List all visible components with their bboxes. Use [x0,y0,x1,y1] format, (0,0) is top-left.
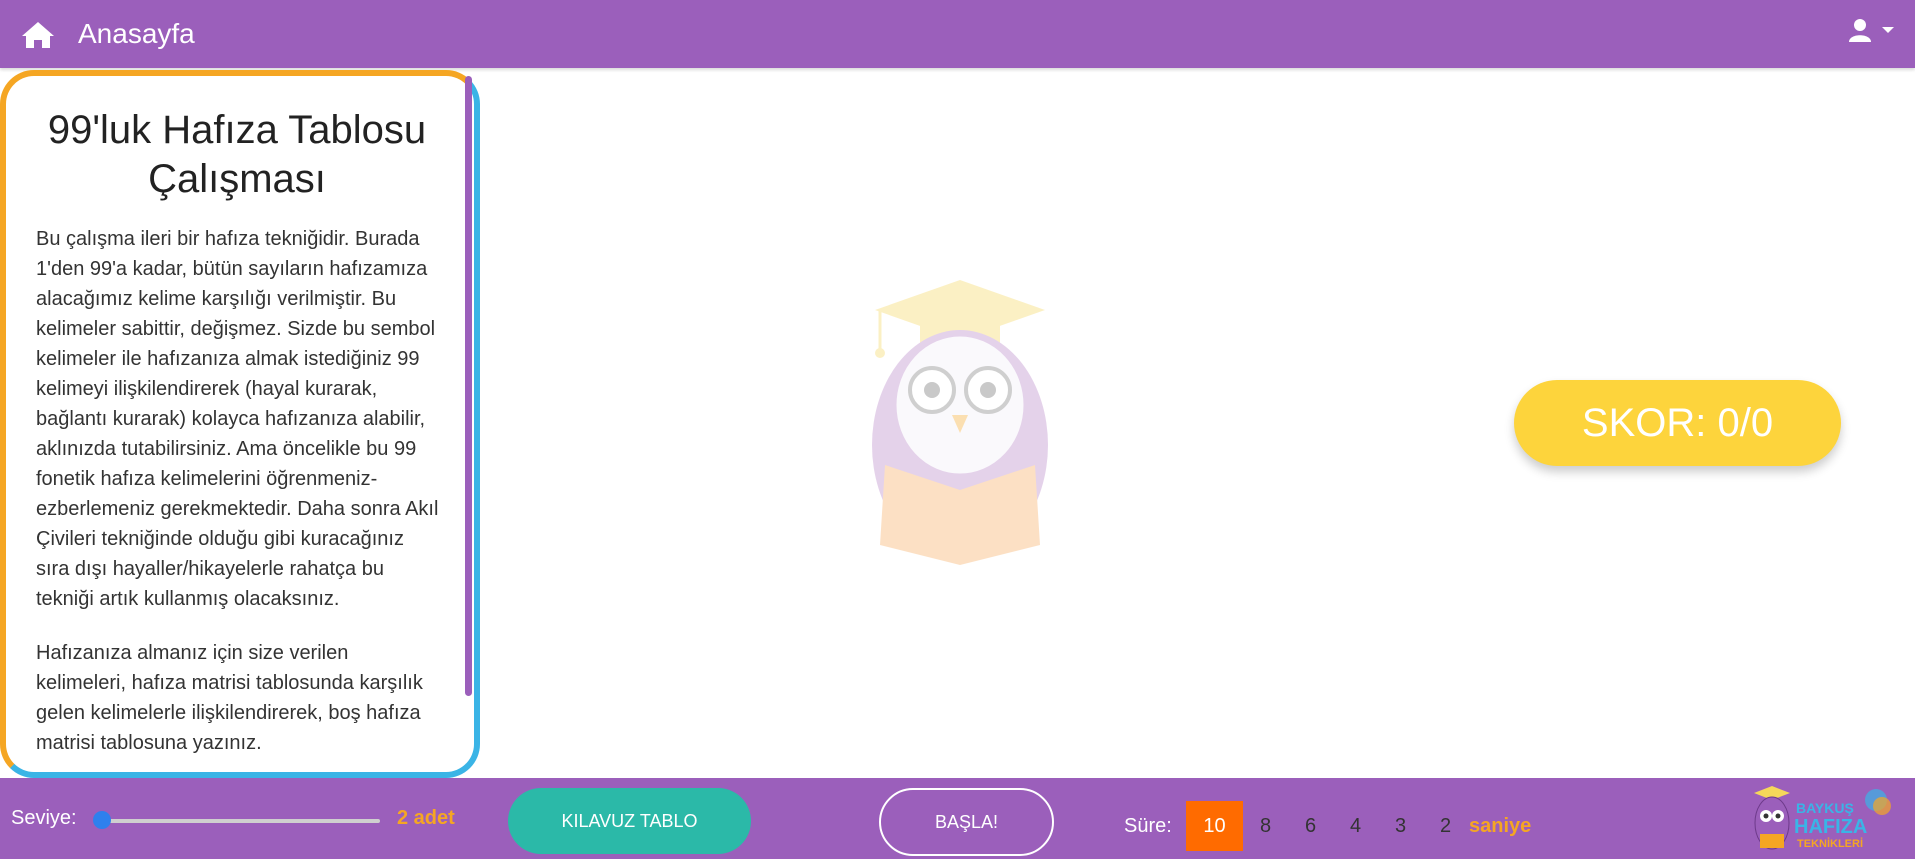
description-paragraph-2: Hafızanıza almanız için size verilen kel… [36,642,423,754]
guide-table-button[interactable]: KILAVUZ TABLO [508,788,751,854]
time-label: Süre: [1124,815,1172,837]
user-icon [1848,19,1871,42]
description-paragraph-1: Bu çalışma ileri bir hafıza tekniğidir. … [36,228,439,610]
time-option-10[interactable]: 10 [1186,801,1243,851]
start-button[interactable]: BAŞLA! [879,788,1054,856]
brand-line-3: TEKNİKLERİ [1797,838,1863,850]
home-link[interactable]: Anasayfa [78,18,195,50]
time-option-8[interactable]: 8 [1243,801,1288,851]
level-slider-track[interactable] [98,819,380,823]
brand-line-1: BAYKUŞ [1796,800,1854,816]
home-icon[interactable] [20,20,56,50]
top-navbar: Anasayfa [0,0,1915,68]
panel-scrollbar[interactable] [465,76,472,696]
time-unit: saniye [1469,815,1532,837]
bottom-toolbar: Seviye: 2 adet KILAVUZ TABLO BAŞLA! Süre… [0,778,1915,859]
info-panel-content[interactable]: 99'luk Hafıza Tablosu Çalışması Bu çalış… [14,82,460,766]
brand-line-2: HAFIZA [1794,816,1868,838]
info-panel: 99'luk Hafıza Tablosu Çalışması Bu çalış… [0,70,480,778]
level-slider-thumb[interactable] [93,811,111,829]
level-value: 2 adet [397,807,455,829]
time-option-4[interactable]: 4 [1333,801,1378,851]
level-label: Seviye: [11,807,77,829]
time-option-2[interactable]: 2 [1423,801,1468,851]
score-badge: SKOR: 0/0 [1514,380,1841,466]
owl-mascot-image [872,280,1048,565]
page-title: 99'luk Hafıza Tablosu Çalışması [47,108,427,201]
user-menu[interactable] [1848,18,1895,48]
chevron-down-icon [1882,27,1894,33]
time-option-6[interactable]: 6 [1288,801,1333,851]
time-option-3[interactable]: 3 [1378,801,1423,851]
